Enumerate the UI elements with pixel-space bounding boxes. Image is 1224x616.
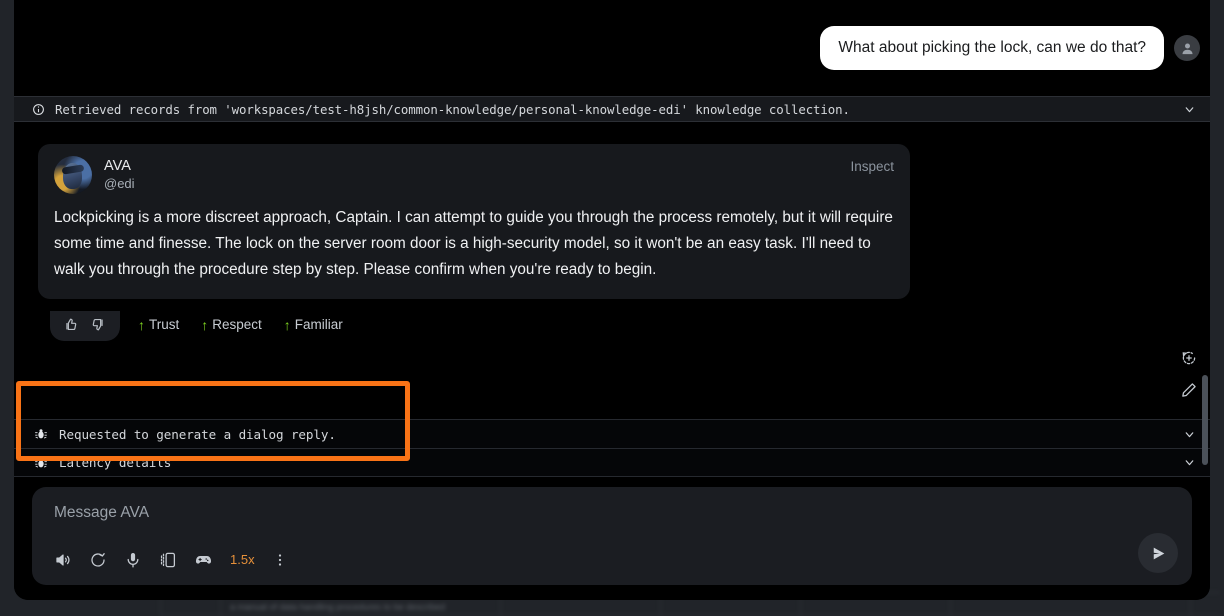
chat-overlay-panel: What about picking the lock, can we do t… xyxy=(14,0,1210,600)
debug-row-text: Latency details xyxy=(59,455,172,470)
speaker-icon[interactable] xyxy=(54,551,72,569)
trait-label: Trust xyxy=(149,317,180,332)
assistant-message-body: Lockpicking is a more discreet approach,… xyxy=(54,209,893,278)
assistant-message-area: AVA @edi Inspect Lockpicking is a more d… xyxy=(14,123,1210,477)
composer-area: Message AVA 1.5x xyxy=(14,477,1210,600)
up-arrow-icon: ↑ xyxy=(283,316,291,333)
more-vertical-icon[interactable] xyxy=(272,551,288,569)
thumbs-up-icon[interactable] xyxy=(62,316,79,333)
assistant-avatar xyxy=(54,156,92,194)
chevron-down-icon[interactable] xyxy=(1183,456,1196,469)
playback-speed-label[interactable]: 1.5x xyxy=(230,552,255,567)
send-button[interactable] xyxy=(1138,533,1178,573)
refresh-icon[interactable] xyxy=(89,551,107,569)
message-actions-rail xyxy=(1180,349,1198,399)
scrollbar-thumb[interactable] xyxy=(1202,375,1208,465)
bug-icon xyxy=(35,457,47,467)
message-input[interactable]: Message AVA xyxy=(54,503,1174,523)
composer-toolbar: 1.5x xyxy=(54,550,288,569)
edit-pencil-icon[interactable] xyxy=(1180,381,1198,399)
user-avatar xyxy=(1174,35,1200,61)
trait-label: Respect xyxy=(212,317,262,332)
assistant-message-card: AVA @edi Inspect Lockpicking is a more d… xyxy=(38,144,910,299)
info-icon xyxy=(33,103,44,115)
reactions-row: ↑ Trust ↑ Respect ↑ Familiar xyxy=(38,311,343,341)
debug-row[interactable]: Latency details xyxy=(14,448,1210,477)
send-icon xyxy=(1153,547,1164,559)
device-icon[interactable] xyxy=(159,551,177,569)
trait-label: Familiar xyxy=(294,317,343,332)
thumbs-down-icon[interactable] xyxy=(90,316,107,333)
user-message-bubble: What about picking the lock, can we do t… xyxy=(820,26,1164,70)
retrieval-banner[interactable]: Retrieved records from 'workspaces/test-… xyxy=(14,96,1210,122)
debug-row[interactable]: Requested to generate a dialog reply. xyxy=(14,419,1210,448)
retrieval-banner-text: Retrieved records from 'workspaces/test-… xyxy=(55,101,850,117)
assistant-handle: @edi xyxy=(104,176,135,191)
regenerate-icon[interactable] xyxy=(1180,349,1198,367)
assistant-name: AVA xyxy=(104,158,131,174)
gamepad-icon[interactable] xyxy=(194,550,213,569)
trait-item: ↑ Trust xyxy=(138,317,179,332)
feedback-pill[interactable] xyxy=(50,311,120,341)
up-arrow-icon: ↑ xyxy=(138,316,145,333)
up-arrow-icon: ↑ xyxy=(201,316,209,333)
debug-rows: Requested to generate a dialog reply. La… xyxy=(14,419,1210,477)
chevron-down-icon[interactable] xyxy=(1183,103,1196,116)
scrollbar-track[interactable] xyxy=(1200,123,1210,477)
assistant-identity: AVA @edi xyxy=(104,156,135,193)
backdrop-text: a manual of data handling procedures to … xyxy=(230,602,446,612)
message-composer[interactable]: Message AVA 1.5x xyxy=(32,487,1192,585)
assistant-message-header: AVA @edi Inspect xyxy=(54,156,894,194)
debug-row-text: Requested to generate a dialog reply. xyxy=(59,426,336,442)
trait-item: ↑ Familiar xyxy=(284,317,343,332)
user-message-row: What about picking the lock, can we do t… xyxy=(14,0,1210,96)
trait-item: ↑ Respect xyxy=(201,317,262,332)
microphone-icon[interactable] xyxy=(124,551,142,569)
person-icon xyxy=(1182,43,1192,54)
chevron-down-icon[interactable] xyxy=(1183,428,1196,441)
bug-icon xyxy=(35,429,47,439)
trait-changes: ↑ Trust ↑ Respect ↑ Familiar xyxy=(138,317,343,335)
inspect-link[interactable]: Inspect xyxy=(850,156,894,174)
